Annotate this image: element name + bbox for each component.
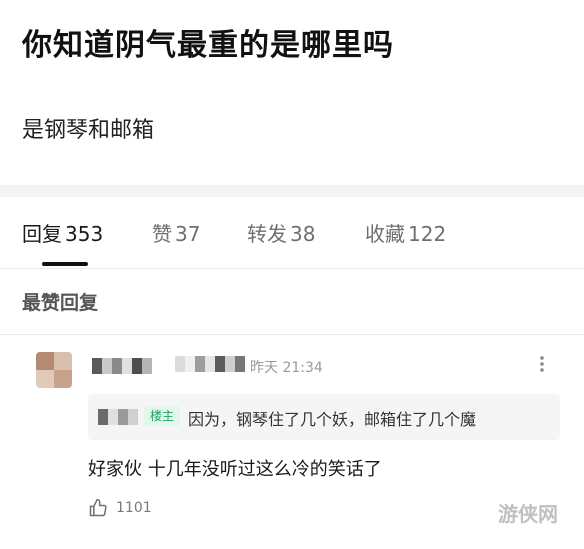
tab-likes[interactable]: 赞 37 [152,218,200,247]
avatar[interactable] [36,352,72,388]
user-tag-censored [175,356,245,372]
weibo-post-page: 你知道阴气最重的是哪里吗 是钢琴和邮箱 回复 353 赞 37 转发 38 收藏 122… [0,0,584,549]
section-divider-line [0,334,584,335]
tab-likes-count: 37 [175,222,201,246]
tab-replies[interactable]: 回复 353 [22,218,103,247]
tab-reposts-count: 38 [290,222,316,246]
interaction-tabs: 回复 353 赞 37 转发 38 收藏 122 [0,218,584,270]
tab-favorites-count: 122 [408,222,447,246]
comment-timestamp: 昨天 21:34 [250,360,323,376]
tab-likes-label: 赞 [152,222,172,246]
like-count: 1101 [116,500,152,516]
reply-text: 好家伙 十几年没听过这么冷的笑话了 [88,459,382,480]
more-vertical-icon[interactable] [532,354,552,374]
section-divider [0,185,584,197]
tab-reposts-label: 转发 [247,222,287,246]
post-body: 是钢琴和邮箱 [22,118,155,143]
tab-favorites[interactable]: 收藏 122 [365,218,446,247]
post-title: 你知道阴气最重的是哪里吗 [22,28,394,63]
op-badge: 楼主 [144,406,181,426]
quote-text: 因为，钢琴住了几个妖，邮箱住了几个魔 [188,410,477,429]
username-censored[interactable] [92,358,152,374]
active-tab-indicator [42,262,88,266]
section-title-top-replies: 最赞回复 [22,292,99,314]
thumbs-up-icon [88,498,108,518]
tab-replies-label: 回复 [22,222,62,246]
tab-favorites-label: 收藏 [365,222,405,246]
watermark-logo: 游侠网 [498,502,558,526]
tab-replies-count: 353 [65,222,104,246]
tabs-divider [0,268,584,269]
like-button[interactable]: 1101 [88,497,152,519]
tab-reposts[interactable]: 转发 38 [247,218,315,247]
quote-author-censored [98,409,138,425]
quoted-reply[interactable]: 楼主 因为，钢琴住了几个妖，邮箱住了几个魔 [88,394,560,440]
